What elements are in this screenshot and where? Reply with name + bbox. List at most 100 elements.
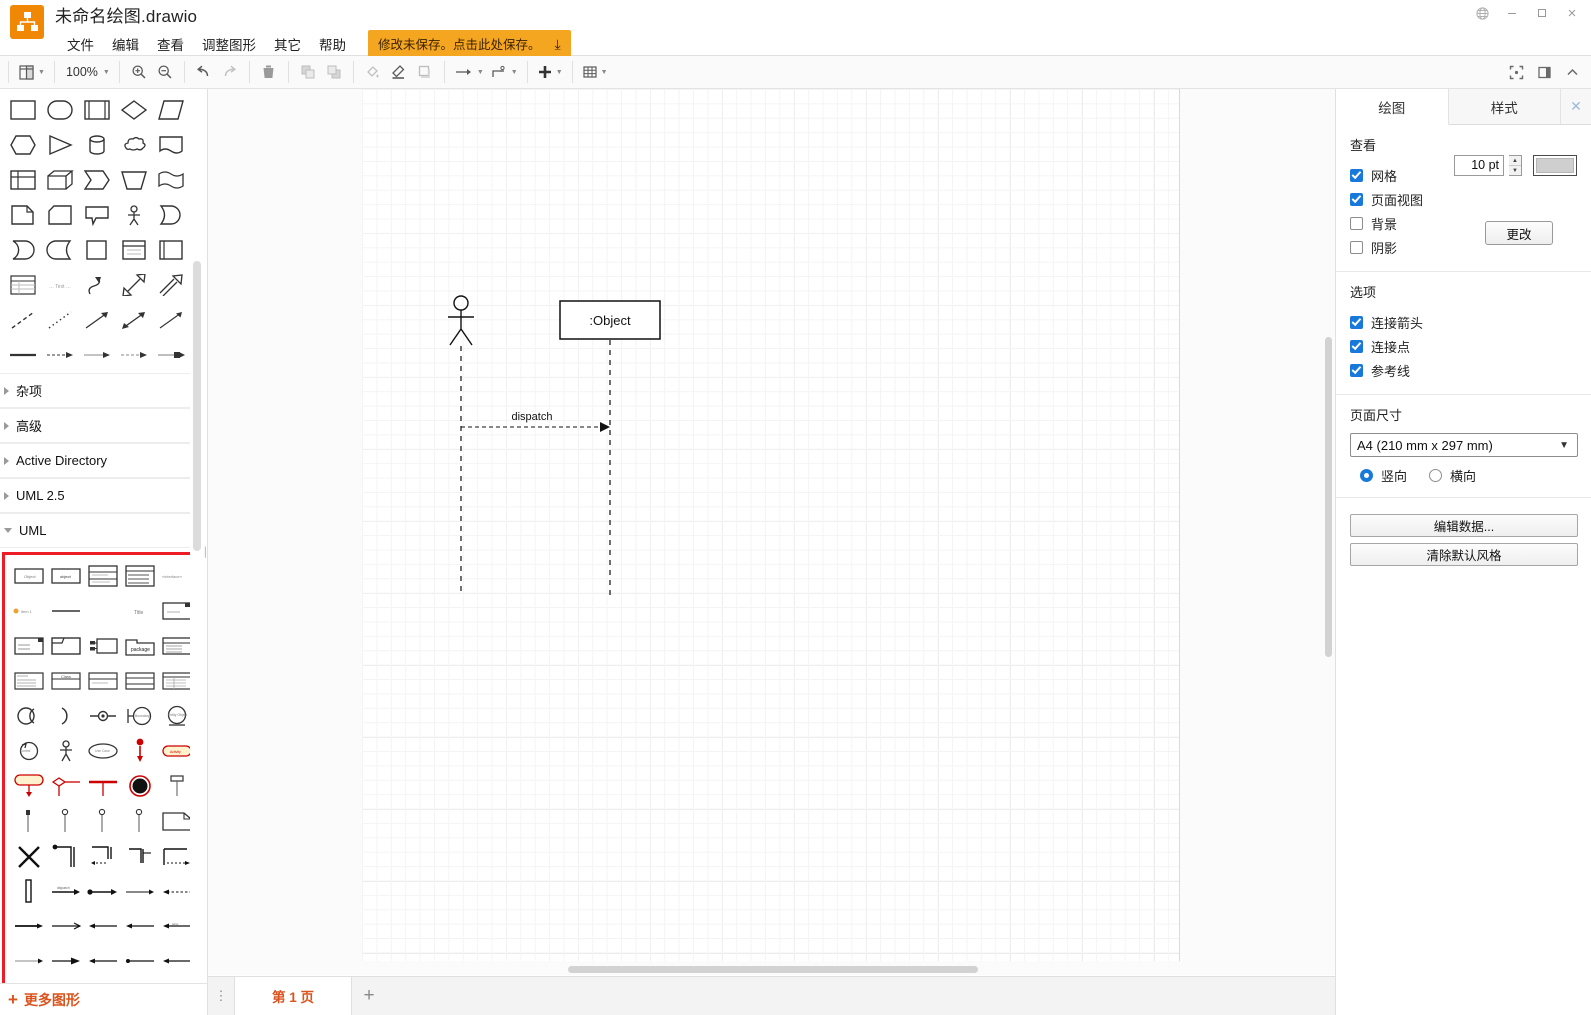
diagram-canvas[interactable]: :Object dispatch: [208, 89, 1335, 971]
uml-divider-line[interactable]: [48, 594, 83, 628]
shape-window[interactable]: [116, 233, 151, 267]
uml-lollipop-interface[interactable]: [85, 699, 120, 733]
view-dropdown-button[interactable]: ▼: [15, 60, 48, 85]
tab-diagram[interactable]: 绘图: [1336, 89, 1449, 125]
menu-edit[interactable]: 编辑: [103, 31, 148, 57]
general-shapes-scroll[interactable]: … Text … 杂项 高级 Active Directory UML 2.5 …: [0, 89, 190, 1015]
uml-class-attributes[interactable]: [122, 559, 157, 593]
checkbox-guides[interactable]: 参考线: [1350, 358, 1577, 382]
fullscreen-icon[interactable]: [1503, 60, 1529, 85]
shape-dotted-line[interactable]: [42, 303, 77, 337]
page-view-checkbox[interactable]: [1350, 192, 1363, 206]
stepper-up-icon[interactable]: ▲: [1509, 156, 1521, 166]
uml-relation-arrow-i[interactable]: [122, 944, 157, 978]
shape-hexagon[interactable]: [5, 128, 40, 162]
shape-document[interactable]: [153, 128, 188, 162]
paper-size-select[interactable]: A4 (210 mm x 297 mm) ▼: [1350, 433, 1578, 457]
section-uml[interactable]: UML: [0, 513, 190, 548]
waypoints-icon[interactable]: ▼: [487, 60, 521, 85]
menu-file[interactable]: 文件: [58, 31, 103, 57]
maximize-button[interactable]: [1527, 1, 1557, 25]
shape-arrow-left-notch[interactable]: [42, 233, 77, 267]
canvas-horizontal-scrollbar[interactable]: [208, 964, 1335, 975]
shape-process[interactable]: [79, 93, 114, 127]
uml-destroy-x[interactable]: [11, 839, 46, 873]
format-panel-toggle-icon[interactable]: [1531, 60, 1557, 85]
uml-class-detailed-a[interactable]: [11, 664, 46, 698]
uml-decision-diamond[interactable]: [48, 769, 83, 803]
uml-class-list[interactable]: [159, 629, 190, 663]
uml-lifeline-start[interactable]: [122, 734, 157, 768]
table-icon[interactable]: ▼: [579, 60, 611, 85]
uml-message-thin-arrow[interactable]: [122, 874, 157, 908]
uml-title-text[interactable]: Title: [122, 594, 157, 628]
grid-color-swatch[interactable]: [1533, 155, 1577, 176]
menu-arrange[interactable]: 调整图形: [193, 31, 265, 57]
uml-relation-arrow-g[interactable]: [48, 944, 83, 978]
shadow-checkbox[interactable]: [1350, 240, 1363, 254]
canvas-horizontal-scroll-thumb[interactable]: [568, 966, 978, 973]
shape-block-arrow[interactable]: [153, 268, 188, 302]
shape-card[interactable]: [42, 198, 77, 232]
uml-port-open-c[interactable]: [122, 804, 157, 838]
uml-object[interactable]: Object: [11, 559, 46, 593]
shape-dashed-line[interactable]: [5, 303, 40, 337]
uml-sequence-return[interactable]: [159, 839, 190, 873]
uml-sequence-call-a[interactable]: [48, 839, 83, 873]
uml-component-box[interactable]: [159, 594, 190, 628]
minimize-button[interactable]: [1497, 1, 1527, 25]
canvas-vertical-scrollbar[interactable]: [1323, 89, 1334, 964]
shape-table[interactable]: [5, 268, 40, 302]
shape-tape[interactable]: [153, 163, 188, 197]
uml-activation-bar[interactable]: [11, 874, 46, 908]
uml-sequence-call-b[interactable]: [85, 839, 120, 873]
shape-container[interactable]: [153, 233, 188, 267]
connection-arrow-icon[interactable]: ▼: [451, 60, 487, 85]
uml-relation-arrow-c[interactable]: [85, 909, 120, 943]
uml-use-case[interactable]: Use Case: [85, 734, 120, 768]
shape-curved-arrow[interactable]: [79, 268, 114, 302]
redo-icon[interactable]: [217, 60, 243, 85]
uml-class-3-compartment[interactable]: [85, 559, 120, 593]
uml-relation-arrow-j[interactable]: [159, 944, 190, 978]
uml-boundary-object[interactable]: Boundary: [122, 699, 157, 733]
insert-icon[interactable]: ▼: [534, 60, 566, 85]
page-tab-1[interactable]: 第 1 页: [234, 977, 352, 1015]
uml-class-table[interactable]: [159, 664, 190, 698]
uml-component-interface[interactable]: [85, 629, 120, 663]
shape-cloud[interactable]: [116, 128, 151, 162]
uml-package[interactable]: package: [122, 629, 157, 663]
stepper-down-icon[interactable]: ▼: [1509, 166, 1521, 175]
undo-icon[interactable]: [191, 60, 217, 85]
shape-step[interactable]: [79, 163, 114, 197]
clear-default-style-button[interactable]: 清除默认风格: [1350, 543, 1578, 566]
uml-signal-receipt[interactable]: [159, 769, 190, 803]
section-uml25[interactable]: UML 2.5: [0, 478, 190, 513]
fill-color-icon[interactable]: [360, 60, 386, 85]
grid-size-stepper[interactable]: ▲ ▼: [1509, 155, 1522, 176]
checkbox-connection-arrows[interactable]: 连接箭头: [1350, 310, 1577, 334]
shape-cube[interactable]: [42, 163, 77, 197]
shape-panel-scrollbar[interactable]: [192, 89, 202, 969]
page-canvas[interactable]: :Object dispatch: [362, 89, 1180, 961]
menu-help[interactable]: 帮助: [310, 31, 355, 57]
shape-thin-arrow[interactable]: [153, 303, 188, 337]
shape-square[interactable]: [79, 233, 114, 267]
shape-parallelogram[interactable]: [153, 93, 188, 127]
uml-activity-with-arrow[interactable]: [11, 769, 46, 803]
close-button[interactable]: [1557, 1, 1587, 25]
menu-view[interactable]: 查看: [148, 31, 193, 57]
shape-cylinder[interactable]: [79, 128, 114, 162]
uml-frame-note[interactable]: [159, 804, 190, 838]
uml-port-open-b[interactable]: [85, 804, 120, 838]
grid-size-input[interactable]: 10 pt: [1454, 155, 1504, 176]
uml-fork-join[interactable]: [85, 769, 120, 803]
zoom-out-icon[interactable]: [152, 60, 178, 85]
grid-checkbox[interactable]: [1350, 168, 1363, 182]
shape-actor[interactable]: [116, 198, 151, 232]
shape-connector-double[interactable]: [116, 338, 151, 372]
menu-extras[interactable]: 其它: [265, 31, 310, 57]
canvas-vertical-scroll-thumb[interactable]: [1325, 337, 1332, 657]
uml-activity-rounded[interactable]: Activity: [159, 734, 190, 768]
delete-icon[interactable]: [256, 60, 282, 85]
